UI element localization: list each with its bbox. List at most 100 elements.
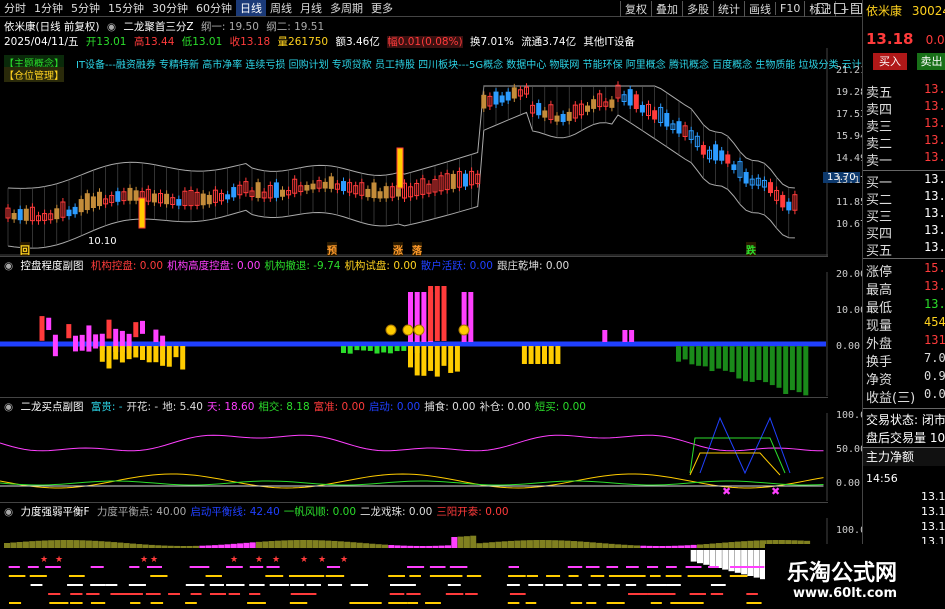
- sub3-dash: [189, 566, 210, 568]
- sub3-dash: [507, 602, 520, 604]
- minimize-icon[interactable]: [817, 3, 828, 14]
- period-tab[interactable]: 周线: [266, 0, 296, 16]
- sub3-bar: [123, 543, 130, 548]
- period-tab[interactable]: 30分钟: [148, 0, 192, 16]
- coin-icon: [458, 324, 470, 336]
- candle-body: [133, 190, 139, 201]
- sub3-dash: [646, 584, 667, 586]
- formula-name[interactable]: 二龙聚首三分Z: [123, 21, 193, 33]
- sub3-dash: [585, 566, 600, 568]
- period-tab[interactable]: 5分钟: [67, 0, 104, 16]
- sub3-bar: [268, 541, 275, 548]
- close-icon[interactable]: [851, 3, 862, 14]
- period-tab[interactable]: 分时: [0, 0, 30, 16]
- formula-chevron-icon[interactable]: ◉: [107, 21, 116, 33]
- amount-label: 额3.46亿: [335, 36, 380, 48]
- sub3-bar: [665, 545, 672, 548]
- sub3-dash: [590, 575, 605, 577]
- sub3-dash: [8, 575, 26, 577]
- kline-chart[interactable]: [0, 48, 828, 256]
- sub2-chart[interactable]: ✖ ✖: [0, 413, 828, 501]
- position-mgmt-tag[interactable]: 【仓位管理】: [4, 67, 64, 82]
- tool-button[interactable]: 统计: [713, 0, 744, 17]
- sub3-bar: [363, 543, 370, 548]
- sub2-title[interactable]: 二龙买点副图: [21, 401, 84, 413]
- sub1-title[interactable]: 控盘程度副图: [21, 260, 84, 272]
- tool-button[interactable]: F10: [775, 2, 804, 15]
- period-tab[interactable]: 60分钟: [192, 0, 236, 16]
- chart-title-line: 依米康(日线 前复权) ◉ 二龙聚首三分Z 纲一: 19.50 纲二: 19.5…: [4, 19, 328, 34]
- sub3-bar: [634, 545, 640, 548]
- sub3-dash: [168, 593, 180, 595]
- sub3-bar: [218, 544, 225, 548]
- sub3-bar: [205, 545, 212, 548]
- period-tab[interactable]: 月线: [296, 0, 326, 16]
- candle-body: [511, 87, 517, 99]
- maximize-icon[interactable]: [834, 3, 845, 14]
- period-tab[interactable]: 更多: [367, 0, 397, 16]
- buy-button[interactable]: 买入: [873, 53, 907, 70]
- tool-button[interactable]: 多股: [682, 0, 713, 17]
- sub3-dash: [9, 602, 22, 604]
- period-tab[interactable]: 15分钟: [104, 0, 148, 16]
- quote-row-value: 13.1: [924, 150, 945, 164]
- net-flow-tab[interactable]: 主力净额: [863, 447, 945, 466]
- candle-body: [78, 199, 84, 213]
- sub3-bar: [728, 542, 735, 548]
- sub3-dash: [566, 584, 582, 586]
- sub3-title[interactable]: 力度强弱平衡F: [21, 506, 90, 518]
- sub3-dash: [68, 575, 85, 577]
- sub3-white-bar: [734, 550, 741, 573]
- indicator-value: 一帆风顺: 0.00: [283, 506, 357, 518]
- star-icon: ★: [55, 555, 63, 565]
- sub3-dash: [90, 566, 104, 568]
- sub3-bar: [16, 542, 23, 548]
- volume-label: 量261750: [277, 36, 329, 48]
- net-flow-label: 主力净额: [866, 450, 915, 464]
- sub2-chevron-icon[interactable]: ◉: [4, 401, 13, 413]
- sub3-white-bar: [728, 550, 735, 572]
- sub3-dash: [30, 584, 43, 586]
- indicator-value: 启动: 0.00: [368, 401, 421, 413]
- sub3-bar: [67, 540, 73, 548]
- period-tab[interactable]: 多周期: [326, 0, 367, 16]
- sub1-bar: [736, 346, 742, 379]
- sub1-bar: [73, 335, 78, 352]
- sub3-bar: [627, 545, 634, 548]
- sub3-dash: [647, 593, 668, 595]
- period-tab[interactable]: 日线: [236, 0, 266, 16]
- sub3-dash: [626, 566, 639, 568]
- sell-button[interactable]: 卖出: [917, 53, 945, 70]
- quote-row-value: 13122: [924, 333, 945, 347]
- sub1-chevron-icon[interactable]: ◉: [4, 260, 13, 272]
- sub3-chart[interactable]: ★ ★ ★ ★ ★ ★ ★ ★ ★ ★: [0, 518, 828, 609]
- tool-button[interactable]: 复权: [620, 0, 651, 17]
- sub3-dash: [8, 566, 20, 568]
- quote-row-label: 卖一: [866, 154, 893, 169]
- sub3-bar: [476, 543, 483, 548]
- sub3-chevron-icon[interactable]: ◉: [4, 506, 13, 518]
- sub1-bar: [381, 346, 387, 353]
- sub1-bar: [803, 346, 809, 396]
- sub3-white-bar: [741, 550, 748, 575]
- sub1-bar: [146, 346, 152, 363]
- sub3-dash: [150, 602, 164, 604]
- window-controls: [814, 0, 865, 17]
- sub3-dash: [305, 593, 317, 595]
- tool-button[interactable]: 叠加: [651, 0, 682, 17]
- sub3-bar: [92, 540, 99, 548]
- signal-marker: 回: [20, 242, 30, 257]
- sub1-chart[interactable]: [0, 272, 828, 396]
- period-tab[interactable]: 1分钟: [30, 0, 67, 16]
- indicator-value: 相交: 8.18: [258, 401, 310, 413]
- quote-row-value: 13.2: [924, 133, 945, 147]
- indicator-value: 富准: 0.00: [313, 401, 365, 413]
- tool-button[interactable]: 画线: [744, 0, 775, 17]
- sub3-bar: [117, 542, 124, 548]
- candle-body: [304, 184, 310, 191]
- sub3-bar: [495, 541, 502, 548]
- sub1-bar: [441, 286, 447, 341]
- sub1-bar: [454, 346, 460, 372]
- candle-body: [383, 186, 389, 199]
- sub3-bar: [325, 540, 332, 548]
